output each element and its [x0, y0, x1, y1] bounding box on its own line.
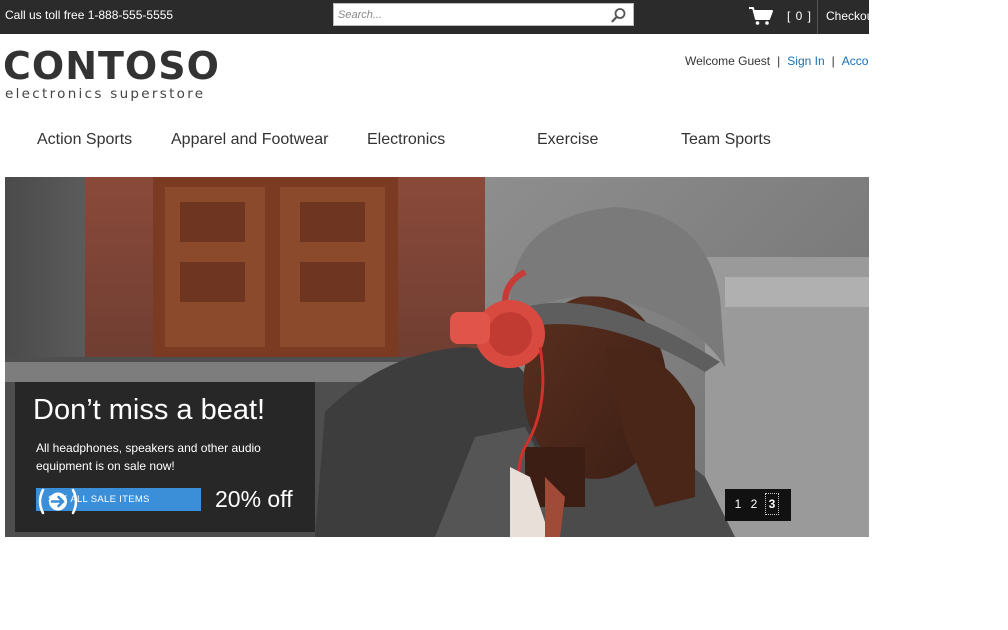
separator: | — [777, 54, 781, 68]
separator: | — [831, 54, 835, 68]
promo-text: All headphones, speakers and other audio… — [36, 441, 261, 473]
welcome-text: Welcome Guest — [685, 54, 771, 68]
promo-panel: Don’t miss a beat! All headphones, speak… — [15, 382, 315, 532]
sign-in-link[interactable]: Sign In — [787, 54, 824, 68]
see-all-sale-items-button[interactable]: SEE ALL SALE ITEMS — [36, 488, 201, 515]
nav-electronics[interactable]: Electronics — [367, 131, 445, 149]
shopping-cart-icon[interactable] — [748, 6, 774, 26]
nav-team-sports[interactable]: Team Sports — [681, 131, 771, 149]
toll-free-phone: Call us toll free 1-888-555-5555 — [5, 8, 174, 22]
nav-exercise[interactable]: Exercise — [537, 131, 598, 149]
promo-title: Don’t miss a beat! — [33, 394, 266, 426]
logo-wordmark: CONTOSO — [3, 44, 220, 88]
search-input[interactable] — [338, 6, 608, 23]
discount-text: 20% off — [215, 486, 293, 512]
hero-banner[interactable]: Don’t miss a beat! All headphones, speak… — [5, 177, 869, 537]
checkout-link[interactable]: Checkout — [826, 9, 869, 23]
nav-apparel-footwear[interactable]: Apparel and Footwear — [171, 131, 328, 149]
account-link[interactable]: Account — [842, 54, 869, 68]
topbar-divider — [817, 0, 818, 34]
arrow-right-icon — [38, 488, 78, 515]
top-bar: Call us toll free 1-888-555-5555 [ 0 ] C… — [0, 0, 869, 34]
logo-tagline: electronics superstore — [5, 86, 206, 102]
cart-count[interactable]: [ 0 ] — [787, 9, 812, 23]
pager-item-3-active[interactable]: 3 — [765, 493, 779, 515]
pager-item-1[interactable]: 1 — [732, 497, 744, 511]
account-links: Welcome Guest | Sign In | Account — [685, 54, 869, 68]
search-icon[interactable] — [611, 7, 627, 23]
storefront-page: Call us toll free 1-888-555-5555 [ 0 ] C… — [0, 0, 869, 630]
search-box[interactable] — [333, 3, 634, 26]
carousel-pager: 1 2 3 — [725, 489, 791, 521]
nav-action-sports[interactable]: Action Sports — [37, 131, 132, 149]
pager-item-2[interactable]: 2 — [748, 497, 760, 511]
